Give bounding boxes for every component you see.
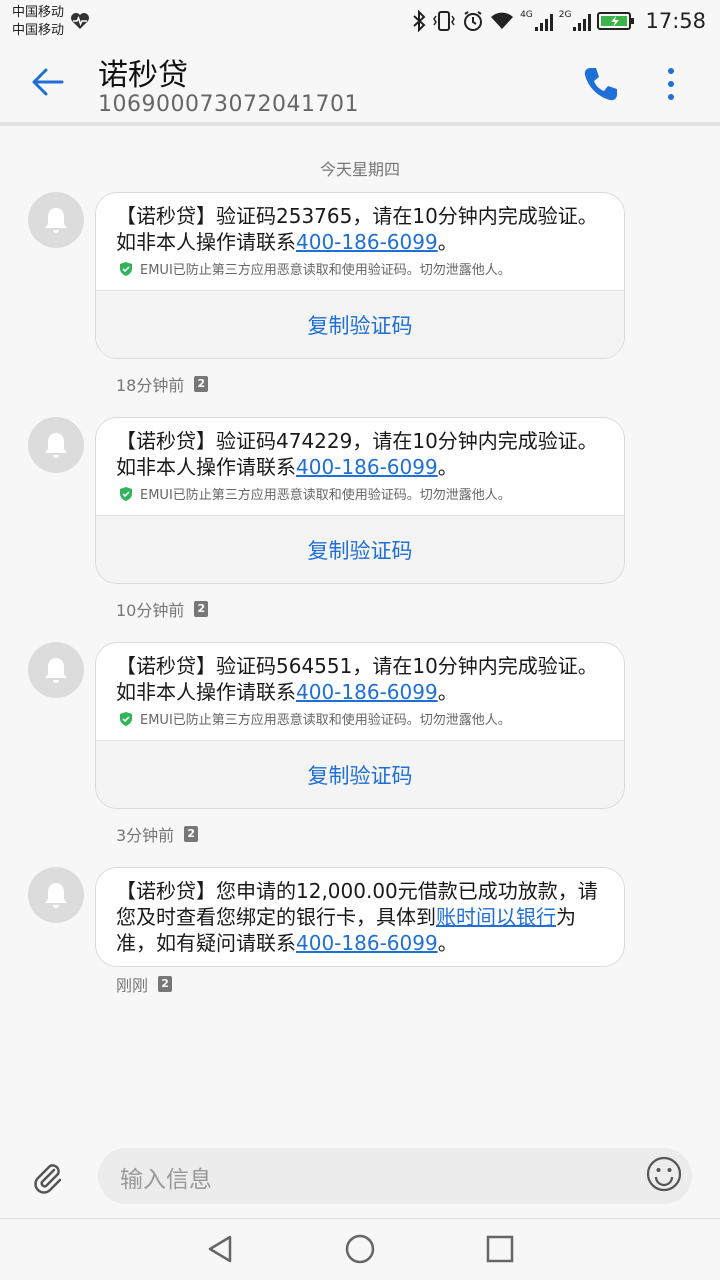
- paperclip-icon[interactable]: [30, 1160, 66, 1196]
- bell-icon: [45, 658, 67, 683]
- bell-icon: [45, 883, 67, 908]
- contact-number: 106900073072041701: [98, 92, 359, 117]
- copy-code-button[interactable]: 复制验证码: [96, 740, 624, 808]
- nav-recent-icon[interactable]: [486, 1235, 514, 1263]
- alarm-icon: [464, 11, 483, 31]
- avatar: [28, 867, 84, 923]
- conversation-header: 诺秒贷 106900073072041701: [0, 44, 720, 122]
- network-type-2: 2G: [558, 10, 572, 20]
- message-text: 【诺秒贷】验证码253765，请在10分钟内完成验证。如非本人操作请联系400-…: [96, 193, 624, 255]
- message-text: 【诺秒贷】验证码564551，请在10分钟内完成验证。如非本人操作请联系400-…: [96, 643, 624, 705]
- message-meta: 10分钟前 2: [116, 597, 209, 621]
- sim-badge: 2: [194, 376, 209, 392]
- text-link[interactable]: 账时间以银行: [436, 905, 556, 929]
- message-input[interactable]: 输入信息: [98, 1148, 692, 1204]
- message-suffix: 。: [437, 931, 458, 955]
- shield-icon: [120, 486, 132, 501]
- emui-note-text: EMUI已防止第三方应用恶意读取和使用验证码。切勿泄露他人。: [140, 263, 511, 278]
- sim-badge: 2: [184, 826, 199, 842]
- message-time: 18分钟前: [116, 376, 185, 395]
- nav-back-icon[interactable]: [204, 1233, 236, 1265]
- avatar: [28, 192, 84, 248]
- phone-link[interactable]: 400-186-6099: [296, 680, 438, 704]
- arrow-left-icon[interactable]: [28, 62, 68, 102]
- wifi-icon: [491, 12, 514, 29]
- signal-icon: [534, 14, 553, 31]
- input-placeholder: 输入信息: [120, 1167, 212, 1193]
- message-bubble[interactable]: 【诺秒贷】验证码564551，请在10分钟内完成验证。如非本人操作请联系400-…: [95, 642, 625, 809]
- message-time: 3分钟前: [116, 826, 175, 845]
- battery-icon: [597, 12, 635, 30]
- message-suffix: 。: [437, 680, 458, 704]
- message-text: 【诺秒贷】您申请的12,000.00元借款已成功放款，请您及时查看您绑定的银行卡…: [96, 868, 624, 966]
- message-time: 10分钟前: [116, 601, 185, 620]
- bell-icon: [45, 433, 67, 458]
- message-bubble[interactable]: 【诺秒贷】您申请的12,000.00元借款已成功放款，请您及时查看您绑定的银行卡…: [95, 867, 625, 967]
- header-divider: [0, 122, 720, 126]
- avatar: [28, 642, 84, 698]
- contact-name: 诺秒贷: [98, 58, 188, 93]
- message-bubble[interactable]: 【诺秒贷】验证码474229，请在10分钟内完成验证。如非本人操作请联系400-…: [95, 417, 625, 584]
- message-time: 刚刚: [116, 976, 149, 995]
- signal-icon: [573, 14, 592, 31]
- phone-link[interactable]: 400-186-6099: [296, 455, 438, 479]
- copy-code-button[interactable]: 复制验证码: [96, 515, 624, 583]
- message-meta: 18分钟前 2: [116, 372, 209, 396]
- message-suffix: 。: [437, 230, 458, 254]
- copy-code-button[interactable]: 复制验证码: [96, 290, 624, 358]
- emui-security-note: EMUI已防止第三方应用恶意读取和使用验证码。切勿泄露他人。: [96, 480, 624, 515]
- sim-badge: 2: [158, 976, 173, 992]
- shield-icon: [120, 711, 132, 726]
- smiley-icon[interactable]: [646, 1156, 682, 1192]
- emui-security-note: EMUI已防止第三方应用恶意读取和使用验证码。切勿泄露他人。: [96, 255, 624, 290]
- sim-badge: 2: [194, 601, 209, 617]
- shield-icon: [120, 261, 132, 276]
- heart-icon: [71, 13, 89, 29]
- status-bar: 中国移动 中国移动 4G 2G 17:58: [0, 0, 720, 44]
- emui-security-note: EMUI已防止第三方应用恶意读取和使用验证码。切勿泄露他人。: [96, 705, 624, 740]
- message-meta: 刚刚 2: [116, 972, 173, 996]
- carrier-1: 中国移动: [12, 5, 65, 20]
- clock: 17:58: [645, 9, 706, 33]
- message-meta: 3分钟前 2: [116, 822, 199, 846]
- navigation-bar: [0, 1218, 720, 1280]
- nav-home-icon[interactable]: [344, 1233, 376, 1265]
- date-separator: 今天星期四: [319, 160, 400, 179]
- network-type-1: 4G: [520, 10, 533, 20]
- bluetooth-icon: [413, 10, 426, 32]
- compose-bar: 输入信息: [0, 1140, 720, 1218]
- more-vertical-icon[interactable]: [656, 64, 686, 104]
- phone-link[interactable]: 400-186-6099: [296, 931, 438, 955]
- avatar: [28, 417, 84, 473]
- bell-icon: [45, 208, 67, 233]
- phone-link[interactable]: 400-186-6099: [296, 230, 438, 254]
- emui-note-text: EMUI已防止第三方应用恶意读取和使用验证码。切勿泄露他人。: [140, 488, 511, 503]
- carrier-2: 中国移动: [12, 23, 65, 38]
- vibrate-icon: [433, 11, 455, 31]
- message-bubble[interactable]: 【诺秒贷】验证码253765，请在10分钟内完成验证。如非本人操作请联系400-…: [95, 192, 625, 359]
- phone-icon[interactable]: [580, 64, 620, 104]
- carrier-info: 中国移动 中国移动: [12, 4, 64, 40]
- emui-note-text: EMUI已防止第三方应用恶意读取和使用验证码。切勿泄露他人。: [140, 713, 511, 728]
- message-suffix: 。: [437, 455, 458, 479]
- message-text: 【诺秒贷】验证码474229，请在10分钟内完成验证。如非本人操作请联系400-…: [96, 418, 624, 480]
